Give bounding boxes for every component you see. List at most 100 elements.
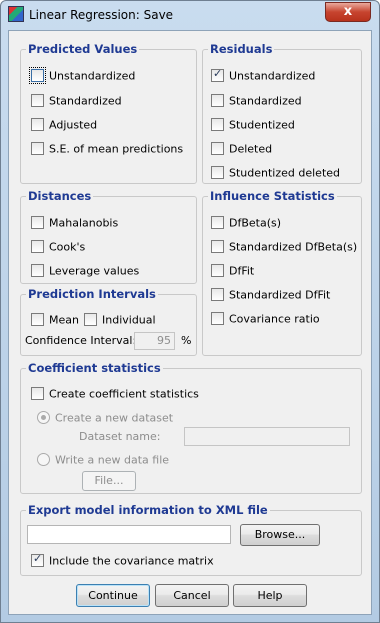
checkbox-checked-icon — [211, 67, 224, 82]
influence-statistics-group: Influence Statistics DfBeta(s) Standardi… — [202, 189, 362, 356]
checkbox-icon — [31, 263, 44, 277]
export-xml-group: Export model information to XML file Bro… — [20, 503, 362, 576]
checkbox-icon — [31, 386, 44, 400]
checkbox-label: Studentized deleted — [229, 166, 341, 180]
radio-label: Create a new dataset — [55, 411, 174, 425]
radio-selected-icon — [37, 410, 50, 424]
standardized-dffit-checkbox[interactable]: Standardized DfFit — [211, 287, 331, 304]
checkbox-icon — [29, 66, 46, 84]
create-coefficient-statistics-checkbox[interactable]: Create coefficient statistics — [31, 386, 199, 403]
checkbox-icon — [31, 215, 44, 229]
standardized-dfbeta-checkbox[interactable]: Standardized DfBeta(s) — [211, 239, 358, 256]
checkbox-icon — [211, 311, 224, 325]
checkbox-label: Mean — [49, 313, 79, 327]
checkbox-icon — [31, 93, 44, 107]
title-bar[interactable]: Linear Regression: Save x — [1, 1, 379, 29]
checkbox-icon — [211, 215, 224, 229]
predicted-standardized-checkbox[interactable]: Standardized — [31, 93, 122, 110]
checkbox-icon — [211, 165, 224, 179]
checkbox-icon — [211, 141, 224, 155]
checkbox-label: Deleted — [229, 142, 273, 156]
checkbox-label: DfFit — [229, 264, 255, 278]
write-new-data-file-radio[interactable]: Write a new data file — [37, 452, 170, 469]
distances-title: Distances — [26, 189, 94, 203]
coefficient-statistics-title: Coefficient statistics — [26, 361, 163, 375]
checkbox-label: Covariance ratio — [229, 312, 320, 326]
create-new-dataset-radio[interactable]: Create a new dataset — [37, 410, 174, 427]
cooks-checkbox[interactable]: Cook's — [31, 239, 86, 256]
dataset-name-input[interactable] — [184, 427, 350, 446]
predicted-unstandardized-checkbox[interactable]: Unstandardized — [29, 66, 136, 85]
continue-button[interactable]: Continue — [76, 584, 150, 607]
prediction-intervals-title: Prediction Intervals — [26, 287, 158, 301]
residual-standardized-checkbox[interactable]: Standardized — [211, 93, 302, 110]
dffit-checkbox[interactable]: DfFit — [211, 263, 255, 280]
dataset-name-label: Dataset name: — [79, 430, 161, 443]
predicted-values-group: Predicted Values Unstandardized Standard… — [20, 42, 197, 184]
checkbox-label: Cook's — [49, 240, 86, 254]
checkbox-label: Studentized — [229, 118, 295, 132]
prediction-intervals-group: Prediction Intervals Mean Individual Con… — [20, 287, 197, 356]
covariance-ratio-checkbox[interactable]: Covariance ratio — [211, 311, 320, 328]
checkbox-label: Standardized DfBeta(s) — [229, 240, 358, 254]
dialog-window: Linear Regression: Save x Predicted Valu… — [0, 0, 380, 623]
checkbox-label: Leverage values — [49, 264, 140, 278]
radio-label: Write a new data file — [55, 453, 170, 467]
predicted-values-title: Predicted Values — [26, 42, 140, 56]
checkbox-label: Mahalanobis — [49, 216, 119, 230]
browse-button[interactable]: Browse... — [240, 524, 320, 546]
residuals-title: Residuals — [208, 42, 275, 56]
mahalanobis-checkbox[interactable]: Mahalanobis — [31, 215, 119, 232]
checkbox-label: Standardized DfFit — [229, 288, 331, 302]
dialog-client-area: Predicted Values Unstandardized Standard… — [8, 30, 372, 615]
spss-app-icon — [8, 6, 24, 22]
checkbox-icon — [211, 93, 224, 107]
window-title: Linear Regression: Save — [29, 8, 174, 22]
residual-studentized-deleted-checkbox[interactable]: Studentized deleted — [211, 165, 341, 182]
help-button[interactable]: Help — [233, 584, 307, 607]
mean-checkbox[interactable]: Mean — [31, 312, 79, 329]
checkbox-icon — [84, 312, 97, 326]
distances-group: Distances Mahalanobis Cook's Leverage va… — [20, 189, 197, 284]
radio-icon — [37, 452, 50, 466]
checkbox-checked-icon — [31, 552, 44, 567]
checkbox-icon — [211, 117, 224, 131]
checkbox-icon — [31, 239, 44, 253]
checkbox-label: Unstandardized — [229, 69, 316, 83]
checkbox-label: Create coefficient statistics — [49, 387, 199, 401]
predicted-se-mean-checkbox[interactable]: S.E. of mean predictions — [31, 141, 184, 158]
predicted-adjusted-checkbox[interactable]: Adjusted — [31, 117, 98, 134]
export-xml-title: Export model information to XML file — [26, 503, 270, 517]
include-covariance-matrix-checkbox[interactable]: Include the covariance matrix — [31, 552, 214, 570]
checkbox-icon — [31, 117, 44, 131]
checkbox-label: Individual — [102, 313, 156, 327]
residual-unstandardized-checkbox[interactable]: Unstandardized — [211, 67, 316, 85]
checkbox-icon — [31, 141, 44, 155]
dfbeta-checkbox[interactable]: DfBeta(s) — [211, 215, 282, 232]
individual-checkbox[interactable]: Individual — [84, 312, 156, 329]
close-icon: x — [343, 4, 353, 19]
confidence-interval-label: Confidence Interval: — [25, 334, 137, 347]
residual-deleted-checkbox[interactable]: Deleted — [211, 141, 273, 158]
checkbox-label: DfBeta(s) — [229, 216, 282, 230]
checkbox-label: Standardized — [49, 94, 122, 108]
checkbox-label: Unstandardized — [49, 69, 136, 83]
influence-statistics-title: Influence Statistics — [208, 189, 337, 203]
cancel-button[interactable]: Cancel — [155, 584, 229, 607]
leverage-values-checkbox[interactable]: Leverage values — [31, 263, 140, 280]
file-button[interactable]: File... — [82, 471, 136, 491]
confidence-interval-input[interactable]: 95 — [134, 332, 175, 350]
checkbox-label: Include the covariance matrix — [49, 554, 214, 568]
coefficient-statistics-group: Coefficient statistics Create coefficien… — [20, 361, 362, 494]
checkbox-icon — [211, 263, 224, 277]
residual-studentized-checkbox[interactable]: Studentized — [211, 117, 295, 134]
checkbox-label: Adjusted — [49, 118, 98, 132]
close-button[interactable]: x — [325, 2, 371, 22]
checkbox-icon — [211, 239, 224, 253]
xml-file-path-input[interactable] — [27, 525, 231, 544]
checkbox-icon — [31, 312, 44, 326]
checkbox-icon — [211, 287, 224, 301]
percent-label: % — [181, 334, 192, 347]
checkbox-label: S.E. of mean predictions — [49, 142, 184, 156]
residuals-group: Residuals Unstandardized Standardized St… — [202, 42, 362, 184]
